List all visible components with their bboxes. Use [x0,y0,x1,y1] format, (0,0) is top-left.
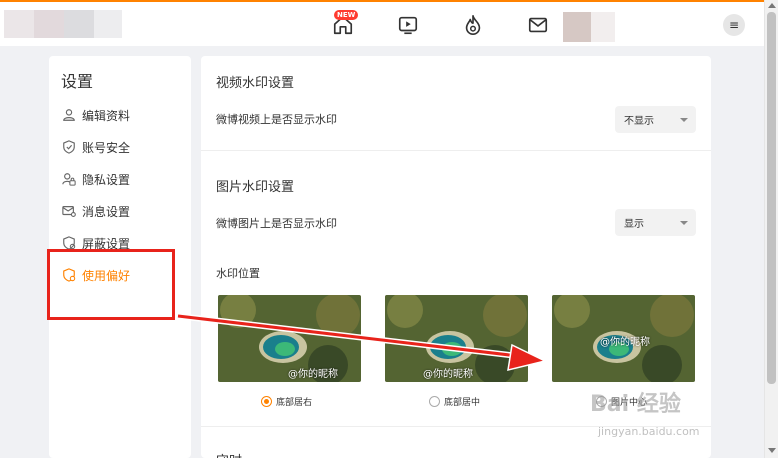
video-watermark-label: 微博视频上是否显示水印 [216,113,337,126]
video-icon [398,16,417,35]
video-watermark-select[interactable]: 不显示 [615,106,696,133]
sidebar-item-label: 账号安全 [82,140,131,155]
watermark-text: @你的昵称 [600,337,650,348]
home-nav-button[interactable]: NEW [310,10,375,38]
sidebar-item-account-security[interactable]: 账号安全 [61,136,130,158]
radio-button[interactable] [429,395,440,407]
image-watermark-title: 图片水印设置 [216,180,295,195]
sidebar-item-privacy[interactable]: 隐私设置 [61,168,130,190]
mail-icon [528,17,547,33]
video-nav-button[interactable] [375,12,440,38]
image-watermark-select[interactable]: 显示 [615,209,696,236]
scroll-thumb[interactable] [767,12,776,384]
new-badge: NEW [334,10,359,20]
next-section-title: 守时 [216,450,242,458]
watermark-text: @你的昵称 [423,369,473,380]
user-icon [61,107,77,123]
radio-bottom-center[interactable]: 底部居中 [429,394,480,408]
hot-nav-button[interactable] [440,12,505,38]
mail-gear-icon [61,203,77,219]
sidebar-title: 设置 [61,72,94,91]
sidebar-item-label: 隐私设置 [82,172,131,187]
radio-bottom-right[interactable]: 底部居右 [261,394,312,408]
blurred-logo[interactable] [4,10,122,38]
watermark-preview-bottom-right[interactable]: @你的昵称 [218,295,361,382]
sidebar-item-label: 消息设置 [82,204,131,219]
watermark-url: jingyan.baidu.com [598,425,700,438]
page-scrollbar[interactable] [764,0,778,458]
sidebar-item-label: 编辑资料 [82,108,131,123]
sidebar-item-message[interactable]: 消息设置 [61,200,130,222]
shield-icon [61,139,77,155]
flame-icon [465,15,480,35]
chevron-down-icon [680,221,688,225]
radio-label: 底部居中 [444,397,481,408]
chevron-down-icon [680,118,688,122]
select-value: 不显示 [624,116,654,127]
watermark-text: @你的昵称 [288,369,338,380]
radio-label: 底部居右 [276,397,313,408]
divider [201,150,711,151]
image-watermark-label: 微博图片上是否显示水印 [216,217,337,230]
scroll-down-icon[interactable] [768,448,776,453]
avatar[interactable] [563,12,615,42]
select-value: 显示 [624,219,644,230]
watermark-position-label: 水印位置 [216,267,260,280]
lock-user-icon [61,171,77,187]
watermark-preview-bottom-center[interactable]: @你的昵称 [385,295,528,382]
video-watermark-title: 视频水印设置 [216,76,295,91]
baidu-jingyan-watermark: Bai 经验 [590,392,681,417]
messages-nav-button[interactable] [505,12,570,38]
top-navigation-bar: NEW ≡ [0,0,764,46]
menu-button[interactable]: ≡ [723,14,745,36]
watermark-preview-center[interactable]: @你的昵称 [552,295,695,382]
sidebar-item-edit-profile[interactable]: 编辑资料 [61,104,130,126]
scroll-up-icon[interactable] [768,3,776,8]
annotation-highlight-box [47,249,175,320]
radio-button[interactable] [261,395,272,407]
main-nav: NEW [310,10,570,38]
